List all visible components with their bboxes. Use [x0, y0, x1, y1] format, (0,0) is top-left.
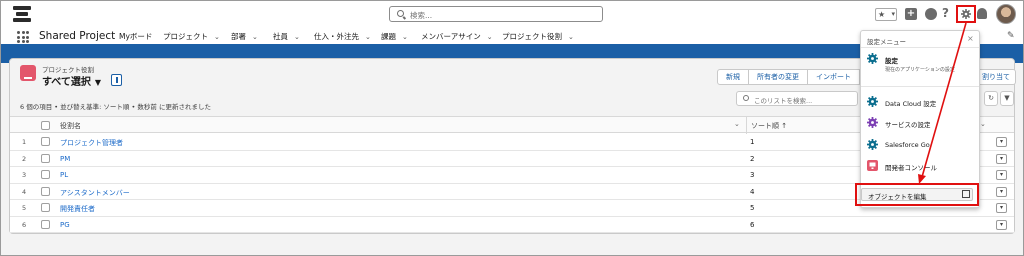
external-link-icon [962, 190, 970, 198]
menu-item-data-cloud-setup[interactable]: Data Cloud 設定 [867, 96, 975, 108]
setup-menu-title: 設定メニュー [867, 38, 906, 46]
sort-order-value: 2 [750, 154, 755, 163]
role-name-link[interactable]: アシスタントメンバー [60, 188, 130, 198]
nav-item-employee[interactable]: 社員 ⌄ [273, 31, 300, 42]
setup-gear-icon [867, 53, 878, 64]
list-search-input[interactable]: このリストを検索... [736, 91, 858, 106]
row-action-menu[interactable]: ▾ [996, 219, 1007, 230]
nav-item-project-role[interactable]: プロジェクト役割 ⌄ [495, 27, 581, 47]
sort-order-value: 6 [750, 220, 755, 229]
nav-item-member-assign[interactable]: メンバーアサイン ⌄ [421, 31, 493, 42]
app-window: 検索... ★ + ? Shared Project Myボード プロジェ [0, 0, 1024, 256]
nav-item-department[interactable]: 部署 ⌄ [231, 31, 258, 42]
table-row: 6 PG 6 ▾ [10, 216, 1014, 233]
edit-object-highlight: オブジェクトを編集 [855, 183, 979, 206]
sort-order-value: 1 [750, 138, 755, 146]
caret-down-icon: ▼ [94, 78, 102, 87]
row-checkbox[interactable] [41, 219, 50, 229]
menu-item-salesforce-go[interactable]: Salesforce Go [867, 139, 975, 151]
service-gear-icon [867, 117, 878, 128]
row-action-menu[interactable]: ▾ [996, 203, 1007, 213]
search-icon [397, 10, 404, 17]
app-logo-icon[interactable] [13, 6, 31, 22]
list-view-selector[interactable]: すべて選択 ▼ [42, 73, 101, 88]
nav-item-myboard[interactable]: Myボード [119, 31, 152, 42]
app-name: Shared Project [39, 30, 116, 42]
favorites-button[interactable]: ★ [875, 8, 897, 21]
global-actions-button[interactable]: + [905, 8, 917, 20]
gear-icon[interactable] [961, 9, 971, 19]
change-owner-button[interactable]: 所有者の変更 [748, 69, 808, 85]
row-checkbox[interactable] [41, 137, 50, 146]
select-all-checkbox[interactable] [41, 121, 50, 130]
user-avatar[interactable] [996, 4, 1016, 24]
global-search-input[interactable]: 検索... [389, 6, 603, 22]
help-button[interactable]: ? [942, 6, 949, 20]
refresh-icon[interactable]: ↻ [984, 91, 998, 106]
role-name-link[interactable]: PL [60, 171, 68, 179]
trailhead-icon[interactable] [925, 8, 937, 20]
chevron-down-icon: ⌄ [365, 33, 371, 41]
role-name-link[interactable]: プロジェクト管理者 [60, 138, 123, 148]
row-action-menu[interactable]: ▾ [996, 170, 1007, 180]
chevron-down-icon: ⌄ [568, 33, 574, 41]
assign-button[interactable]: 割り当て [978, 69, 1016, 85]
menu-item-setup[interactable]: 設定 現在のアプリケーションの設定 [867, 53, 975, 77]
search-icon [743, 95, 749, 101]
global-search-placeholder: 検索... [410, 11, 433, 20]
role-name-link[interactable]: PG [60, 221, 70, 229]
project-role-object-icon [20, 65, 36, 81]
row-action-menu[interactable]: ▾ [996, 186, 1007, 197]
developer-console-icon [867, 160, 878, 171]
chevron-down-icon[interactable]: ⌄ [734, 120, 740, 128]
edit-nav-pencil-icon[interactable]: ✎ [1007, 31, 1015, 41]
setup-menu-popover: 設定メニュー × 設定 現在のアプリケーションの設定 Data Cloud 設定… [860, 30, 980, 208]
menu-item-service-setup[interactable]: サービスの設定 [867, 117, 975, 129]
sort-order-value: 5 [750, 204, 755, 212]
close-icon[interactable]: × [967, 34, 974, 43]
nav-item-issue[interactable]: 課題 ⌄ [381, 31, 408, 42]
import-button[interactable]: インポート [807, 69, 860, 85]
sort-order-value: 4 [750, 187, 755, 196]
list-meta-text: 6 個の項目 • 並び替え基準: ソート順 • 数秒前 に更新されました [20, 103, 211, 111]
role-name-link[interactable]: PM [60, 155, 70, 163]
filter-icon[interactable]: ▼ [1000, 91, 1014, 106]
pin-list-button[interactable] [111, 74, 122, 86]
role-name-link[interactable]: 開発責任者 [60, 204, 95, 214]
nav-item-project[interactable]: プロジェクト ⌄ [163, 31, 220, 42]
data-cloud-gear-icon [867, 96, 878, 107]
menu-item-edit-object[interactable]: オブジェクトを編集 [861, 188, 973, 201]
list-action-buttons: 新規 所有者の変更 インポート [717, 69, 860, 85]
chevron-down-icon: ⌄ [214, 33, 220, 41]
sort-order-value: 3 [750, 171, 755, 179]
column-header-sort-order[interactable]: ソート順 ↑ [751, 121, 787, 131]
menu-item-developer-console[interactable]: 開発者コンソール [867, 160, 975, 172]
list-search-placeholder: このリストを検索... [754, 97, 813, 105]
row-checkbox[interactable] [41, 186, 50, 196]
chevron-down-icon[interactable]: ⌄ [980, 120, 986, 128]
new-button[interactable]: 新規 [717, 69, 749, 85]
row-checkbox[interactable] [41, 203, 50, 212]
app-launcher-icon[interactable] [17, 31, 29, 43]
salesforce-go-gear-icon [867, 139, 878, 150]
global-header: 検索... ★ + ? [1, 1, 1023, 27]
row-checkbox[interactable] [41, 153, 50, 163]
nav-item-vendor[interactable]: 仕入・外注先 ⌄ [314, 31, 371, 42]
chevron-down-icon: ⌄ [486, 33, 493, 41]
chevron-down-icon: ⌄ [294, 33, 300, 41]
row-action-menu[interactable]: ▾ [996, 153, 1007, 164]
chevron-down-icon: ⌄ [252, 33, 258, 41]
row-checkbox[interactable] [41, 170, 50, 179]
column-header-role-name[interactable]: 役割名 [60, 121, 81, 131]
notifications-bell-icon[interactable] [977, 8, 987, 19]
setup-gear-highlight[interactable] [956, 5, 976, 23]
chevron-down-icon: ⌄ [402, 33, 408, 41]
row-action-menu[interactable]: ▾ [996, 137, 1007, 147]
